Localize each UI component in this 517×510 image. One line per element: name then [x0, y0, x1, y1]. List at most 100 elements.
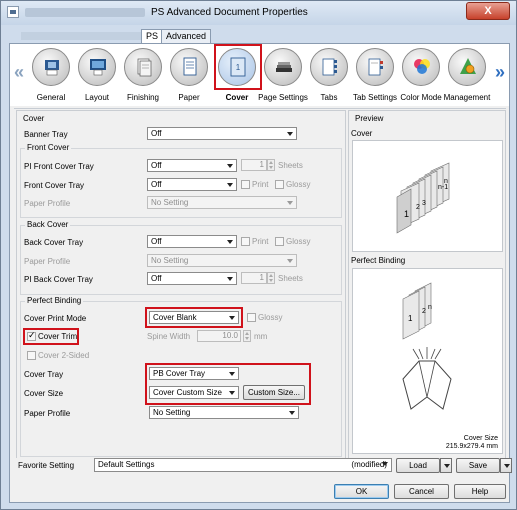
spine-width-unit: mm [254, 332, 268, 341]
cover-stack-illustration: 1 2 3 n-1 n [396, 162, 450, 234]
favorite-setting-dropdown[interactable]: Default Settings (modified) [94, 458, 392, 472]
chevron-down-icon [229, 391, 235, 395]
back-cover-tray-dropdown[interactable]: Off [147, 235, 237, 248]
pi-back-cover-tray-label: PI Back Cover Tray [24, 275, 93, 284]
category-icon-bar: « General Layout Finishing Paper 1 Cover [10, 44, 509, 106]
banner-tray-dropdown[interactable]: Off [147, 127, 297, 140]
main-panel: « General Layout Finishing Paper 1 Cover [9, 43, 512, 503]
save-menu-arrow[interactable] [500, 458, 512, 473]
svg-text:1: 1 [236, 63, 241, 72]
printer-icon [7, 6, 19, 18]
back-print-checkbox[interactable] [241, 237, 250, 246]
pi-front-cover-tray-label: PI Front Cover Tray [24, 162, 94, 171]
page-label: 2 [416, 204, 420, 211]
window-title: PS Advanced Document Properties [151, 7, 308, 18]
cover-trim-checkbox[interactable] [27, 330, 36, 341]
pb-glossy-checkbox[interactable] [247, 313, 256, 322]
blurred-printer-name [25, 8, 145, 17]
chevron-down-icon [227, 183, 233, 187]
front-paper-profile-label: Paper Profile [24, 199, 71, 208]
divider [14, 108, 506, 109]
load-menu-arrow[interactable] [440, 458, 452, 473]
front-cover-tray-dropdown[interactable]: Off [147, 178, 237, 191]
preview-perfect-binding-label: Perfect Binding [351, 256, 406, 265]
chevron-down-icon [227, 240, 233, 244]
favorite-setting-row: Favorite Setting Default Settings (modif… [16, 458, 512, 476]
front-print-label: Print [252, 180, 269, 189]
front-cover-tray-label: Front Cover Tray [24, 181, 85, 190]
favorite-setting-label: Favorite Setting [18, 461, 75, 470]
tab-strip: PS Advanced [9, 29, 509, 43]
management-icon [460, 58, 476, 74]
spine-width-input[interactable]: 10.0 [197, 330, 241, 342]
close-button[interactable]: X [466, 2, 510, 20]
pi-back-sheets-input[interactable]: 1 [241, 272, 267, 284]
pb-glossy-label: Glossy [258, 313, 283, 322]
cover-tray-label: Cover Tray [24, 370, 64, 379]
cancel-button[interactable]: Cancel [394, 484, 449, 499]
back-paper-profile-dropdown[interactable]: No Setting [147, 254, 297, 267]
pb-paper-profile-label: Paper Profile [24, 409, 71, 418]
spinner-icon[interactable] [267, 272, 275, 284]
front-glossy-checkbox[interactable] [275, 180, 284, 189]
page-label: 1 [404, 209, 409, 219]
banner-tray-label: Banner Tray [24, 130, 68, 139]
favorite-dropdown-arrow[interactable] [377, 458, 391, 471]
cover-print-mode-dropdown[interactable]: Cover Blank [149, 311, 239, 324]
cover-tray-dropdown[interactable]: PB Cover Tray [149, 367, 239, 380]
blurred-tab-label [21, 32, 141, 40]
pi-front-cover-tray-dropdown[interactable]: Off [147, 159, 237, 172]
ok-button[interactable]: OK [334, 484, 389, 499]
cover-size-label: Cover Size [24, 389, 64, 398]
page-label: n-1 [438, 184, 448, 191]
spinner-icon[interactable] [267, 159, 275, 171]
section-title-cover: Cover [23, 114, 45, 123]
back-print-label: Print [252, 237, 269, 246]
pi-front-sheets-input[interactable]: 1 [241, 159, 267, 171]
category-management[interactable]: Management [444, 48, 490, 104]
spinner-icon[interactable] [243, 330, 251, 342]
sheets-unit: Sheets [278, 274, 303, 283]
cover-trim-label: Cover Trim [38, 332, 78, 341]
category-paper[interactable]: Paper [166, 48, 212, 104]
custom-size-button[interactable]: Custom Size... [243, 385, 305, 400]
back-glossy-checkbox[interactable] [275, 237, 284, 246]
tab-advanced[interactable]: Advanced [161, 29, 212, 43]
general-icon [45, 60, 59, 76]
front-paper-profile-dropdown[interactable]: No Setting [147, 196, 297, 209]
chevron-down-icon [229, 372, 235, 376]
scroll-right-icon[interactable]: » [495, 62, 505, 83]
cover-2-sided-label: Cover 2-Sided [38, 351, 90, 360]
back-cover-title: Back Cover [25, 220, 71, 229]
chevron-down-icon [287, 259, 293, 263]
tab-ps[interactable]: PS [141, 29, 164, 43]
pb-paper-profile-dropdown[interactable]: No Setting [149, 406, 299, 419]
chevron-down-icon [289, 411, 295, 415]
back-paper-profile-label: Paper Profile [24, 257, 71, 266]
help-button[interactable]: Help [454, 484, 506, 499]
cover-size-dropdown[interactable]: Cover Custom Size [149, 386, 239, 399]
cover-icon: 1 [230, 57, 246, 77]
load-button[interactable]: Load [396, 458, 440, 473]
chevron-down-icon [287, 132, 293, 136]
scroll-left-icon[interactable]: « [14, 62, 24, 83]
page-settings-icon [276, 62, 292, 72]
finishing-icon [137, 58, 152, 77]
perfect-binding-preview-image: 1 2 n Cover Size 215.9x279.4 mm [352, 268, 503, 454]
spine-width-label: Spine Width [147, 332, 191, 341]
cover-size-value: 215.9x279.4 mm [445, 443, 498, 450]
color-mode-icon [414, 59, 430, 74]
perfect-binding-title: Perfect Binding [25, 296, 84, 305]
properties-window: PS Advanced Document Properties X PS Adv… [0, 0, 517, 510]
layout-icon [90, 59, 106, 76]
preview-pane: Preview Cover 1 2 3 n-1 n Perfect Bindin… [348, 110, 506, 460]
preview-title: Preview [355, 114, 384, 123]
page-label: n [444, 178, 448, 185]
page-label: 3 [422, 200, 426, 207]
front-cover-title: Front Cover [25, 143, 72, 152]
front-glossy-label: Glossy [286, 180, 311, 189]
cover-2-sided-checkbox[interactable] [27, 351, 36, 360]
save-button[interactable]: Save [456, 458, 500, 473]
front-print-checkbox[interactable] [241, 180, 250, 189]
pi-back-cover-tray-dropdown[interactable]: Off [147, 272, 237, 285]
